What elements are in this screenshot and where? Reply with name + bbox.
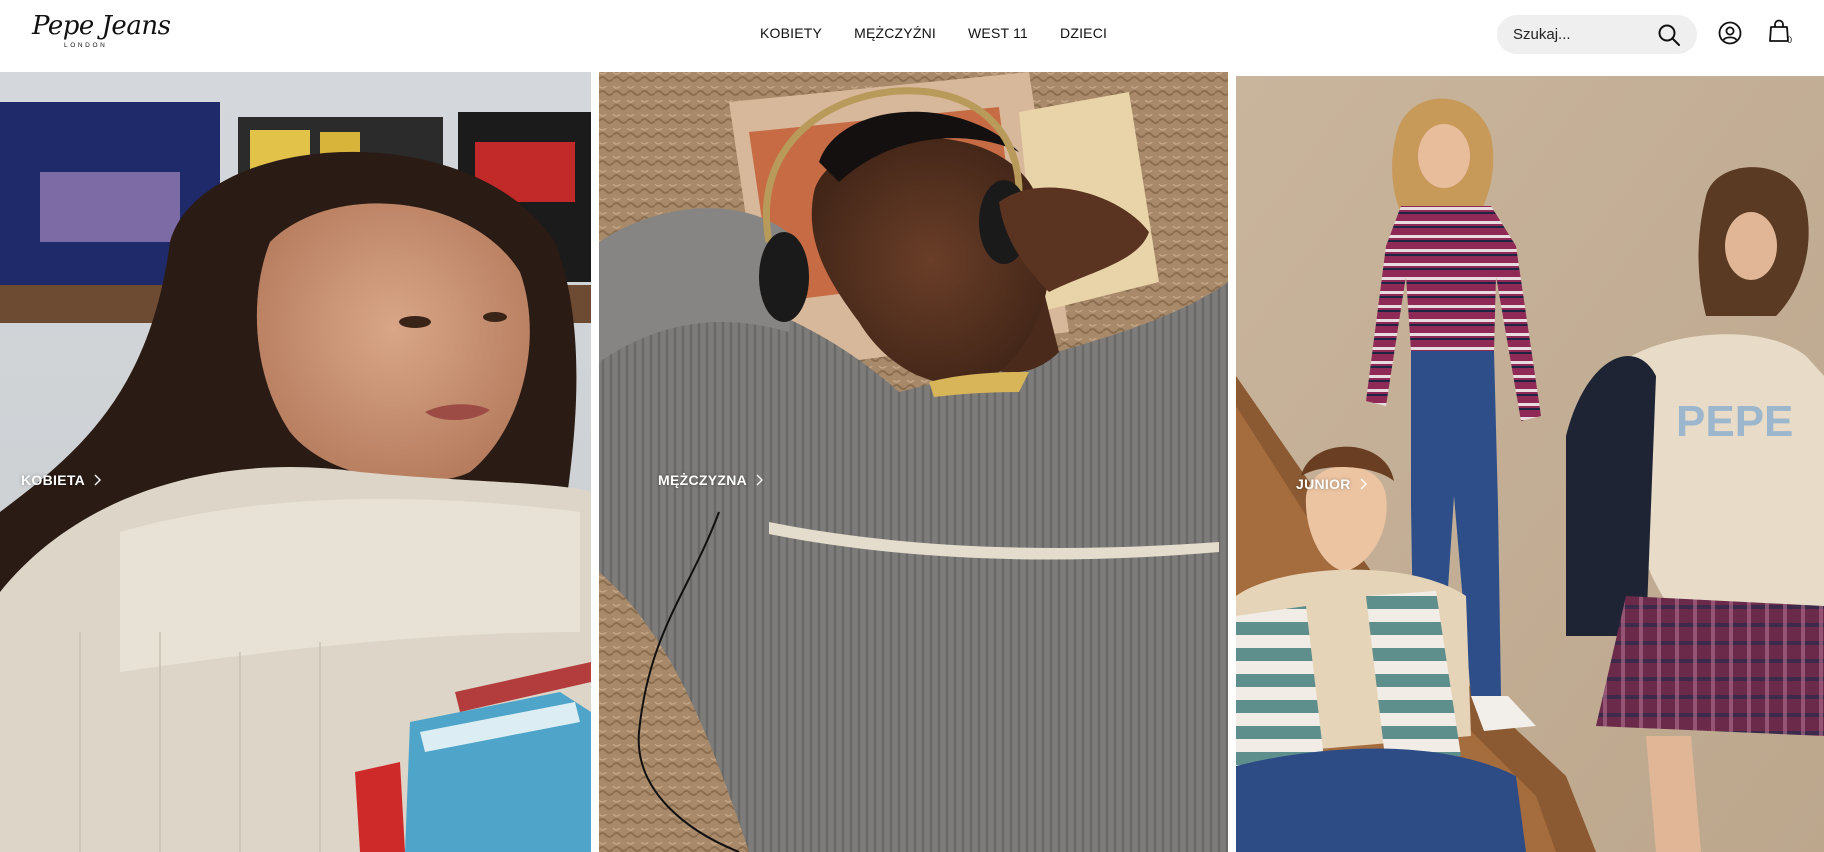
- logo-wordmark: Pepe Jeans: [32, 11, 171, 41]
- logo-subtitle: LONDON: [64, 42, 108, 49]
- chevron-right-icon: [1360, 478, 1367, 490]
- search-input[interactable]: [1497, 15, 1657, 54]
- main-nav: KOBIETY MĘŻCZYŹNI WEST 11 DZIECI: [760, 25, 1107, 41]
- women-label-text: KOBIETA: [21, 472, 86, 488]
- category-panel-men[interactable]: MĘŻCZYZNA: [599, 72, 1228, 852]
- category-label-women: KOBIETA: [21, 472, 102, 488]
- men-label-text: MĘŻCZYZNA: [658, 472, 748, 488]
- women-category-image: [0, 72, 591, 852]
- cart-button[interactable]: 0: [1768, 19, 1798, 47]
- brand-logo[interactable]: Pepe Jeans LONDON: [32, 11, 171, 54]
- category-panel-kids[interactable]: PEPE JUNIOR: [1236, 76, 1824, 852]
- search-box: [1497, 15, 1697, 54]
- chevron-right-icon: [94, 474, 102, 486]
- men-category-image: [599, 72, 1228, 852]
- cart-count: 0: [1787, 35, 1793, 45]
- nav-item-kobiety[interactable]: KOBIETY: [760, 25, 822, 41]
- category-label-junior: JUNIOR: [1296, 476, 1368, 492]
- category-panel-women[interactable]: KOBIETA: [0, 72, 591, 852]
- junior-category-image: PEPE: [1236, 76, 1824, 852]
- svg-text:PEPE: PEPE: [1676, 397, 1793, 446]
- junior-label-text: JUNIOR: [1296, 476, 1351, 492]
- category-label-men: MĘŻCZYZNA: [658, 472, 764, 488]
- search-icon[interactable]: [1657, 23, 1681, 47]
- user-circle-icon[interactable]: [1718, 21, 1742, 45]
- nav-item-dzieci[interactable]: DZIECI: [1060, 25, 1107, 41]
- nav-item-west-11[interactable]: WEST 11: [968, 25, 1028, 41]
- chevron-right-icon: [756, 474, 764, 486]
- site-header: Pepe Jeans LONDON KOBIETY MĘŻCZYŹNI WEST…: [0, 0, 1824, 72]
- nav-item-mezczyzni[interactable]: MĘŻCZYŹNI: [854, 25, 936, 41]
